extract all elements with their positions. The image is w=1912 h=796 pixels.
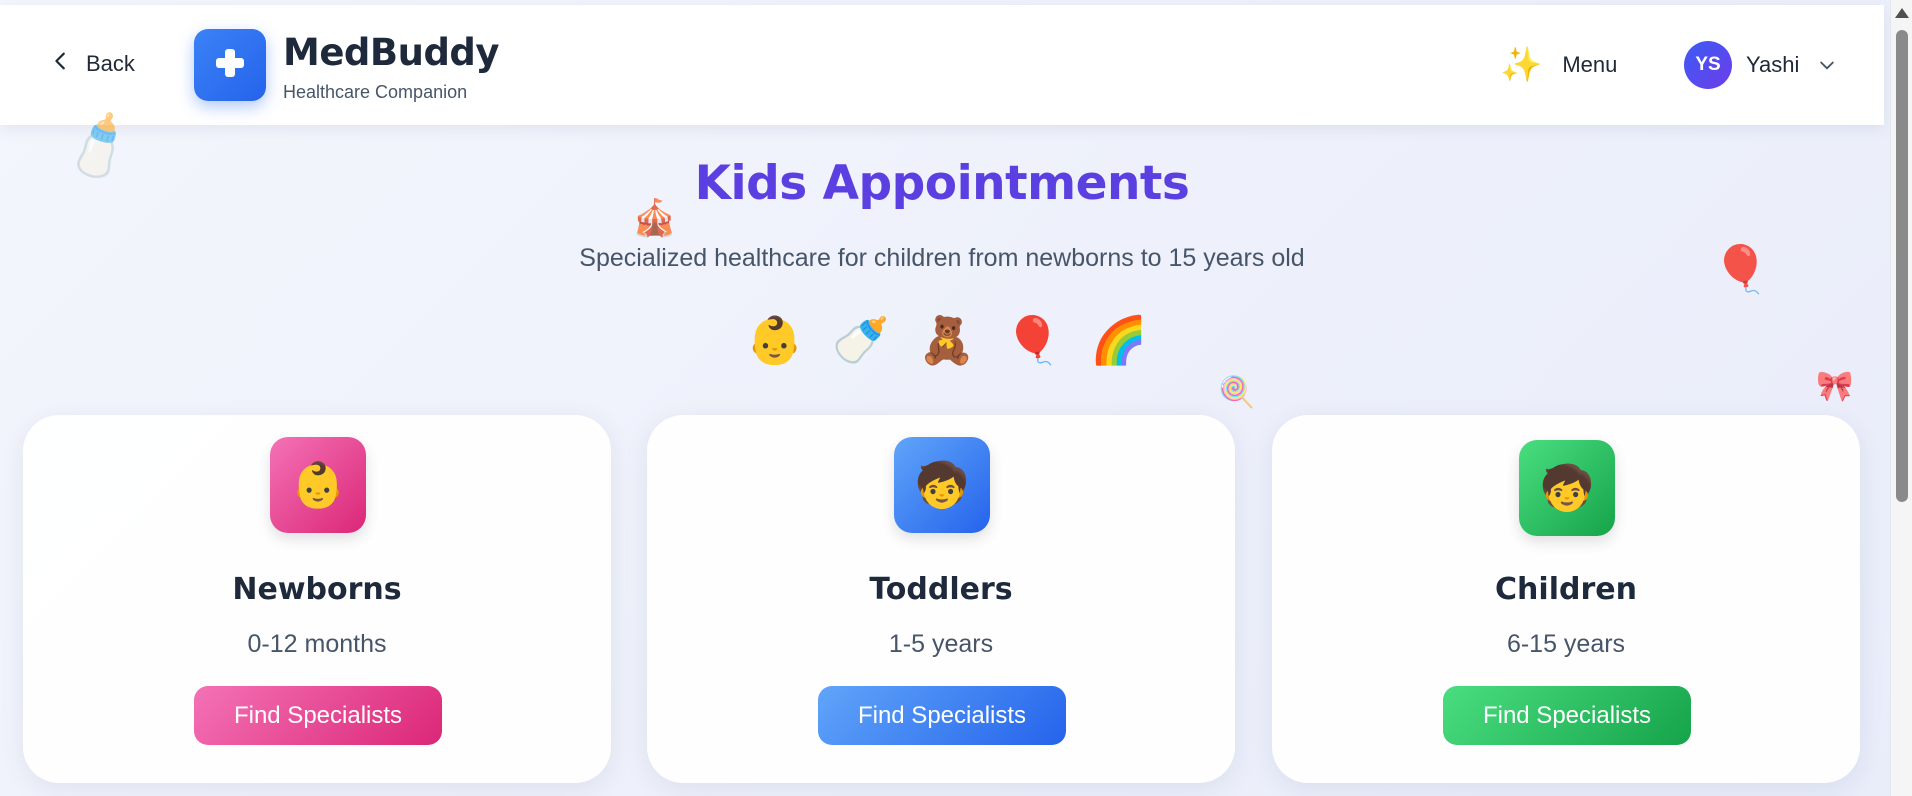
scroll-up-arrow-icon[interactable] — [1895, 8, 1909, 18]
lollipop-decoration-icon: 🍭 — [1218, 376, 1256, 409]
ribbon-decoration-icon: 🎀 — [1816, 370, 1854, 403]
teddy-bear-icon: 🧸 — [918, 314, 976, 366]
children-card[interactable]: 🧒 Children 6-15 years Find Specialists — [1272, 415, 1860, 783]
brand-tagline: Healthcare Companion — [283, 82, 468, 102]
card-title: Newborns — [232, 572, 402, 607]
sparkles-icon: ✨ — [1500, 46, 1543, 84]
avatar: YS — [1684, 41, 1732, 89]
chevron-down-icon — [1813, 51, 1837, 80]
newborns-card[interactable]: 👶 Newborns 0-12 months Find Specialists — [23, 415, 611, 783]
menu-label: Menu — [1562, 52, 1618, 77]
rainbow-icon: 🌈 — [1090, 314, 1148, 366]
age-range: 0-12 months — [247, 630, 387, 658]
toddlers-card[interactable]: 🧒 Toddlers 1-5 years Find Specialists — [647, 415, 1235, 783]
emoji-row: 👶 🍼 🧸 🎈 🌈 — [0, 312, 1884, 368]
chevron-left-icon — [50, 50, 72, 78]
baby-face-icon: 👶 — [270, 437, 366, 533]
baby-bottle-icon: 🍼 — [832, 314, 890, 366]
scroll-thumb[interactable] — [1896, 30, 1908, 502]
child-face-icon: 🧒 — [1519, 440, 1615, 536]
child-face-icon: 🧒 — [894, 437, 990, 533]
balloon-icon: 🎈 — [1004, 314, 1062, 366]
page-scrollbar[interactable] — [1890, 0, 1912, 796]
find-specialists-newborns-button[interactable]: Find Specialists — [194, 686, 442, 745]
user-name: Yashi — [1746, 52, 1800, 77]
card-title: Toddlers — [869, 572, 1013, 607]
back-label: Back — [86, 51, 135, 76]
page-title: Kids Appointments — [694, 156, 1190, 211]
age-range: 6-15 years — [1506, 630, 1626, 658]
baby-face-icon: 👶 — [746, 314, 804, 366]
page-subtitle: Specialized healthcare for children from… — [579, 244, 1305, 272]
top-header: Back MedBuddy Healthcare Companion ✨ Men… — [0, 5, 1884, 125]
back-button[interactable]: Back — [50, 50, 135, 78]
user-menu-button[interactable]: YS Yashi — [1684, 41, 1837, 89]
brand-name: MedBuddy — [283, 31, 500, 74]
menu-button[interactable]: ✨ Menu — [1500, 48, 1617, 82]
find-specialists-toddlers-button[interactable]: Find Specialists — [818, 686, 1066, 745]
medical-cross-icon — [213, 46, 247, 85]
card-title: Children — [1495, 572, 1637, 607]
age-range: 1-5 years — [888, 630, 994, 658]
find-specialists-children-button[interactable]: Find Specialists — [1443, 686, 1691, 745]
medbuddy-logo[interactable] — [194, 29, 266, 101]
